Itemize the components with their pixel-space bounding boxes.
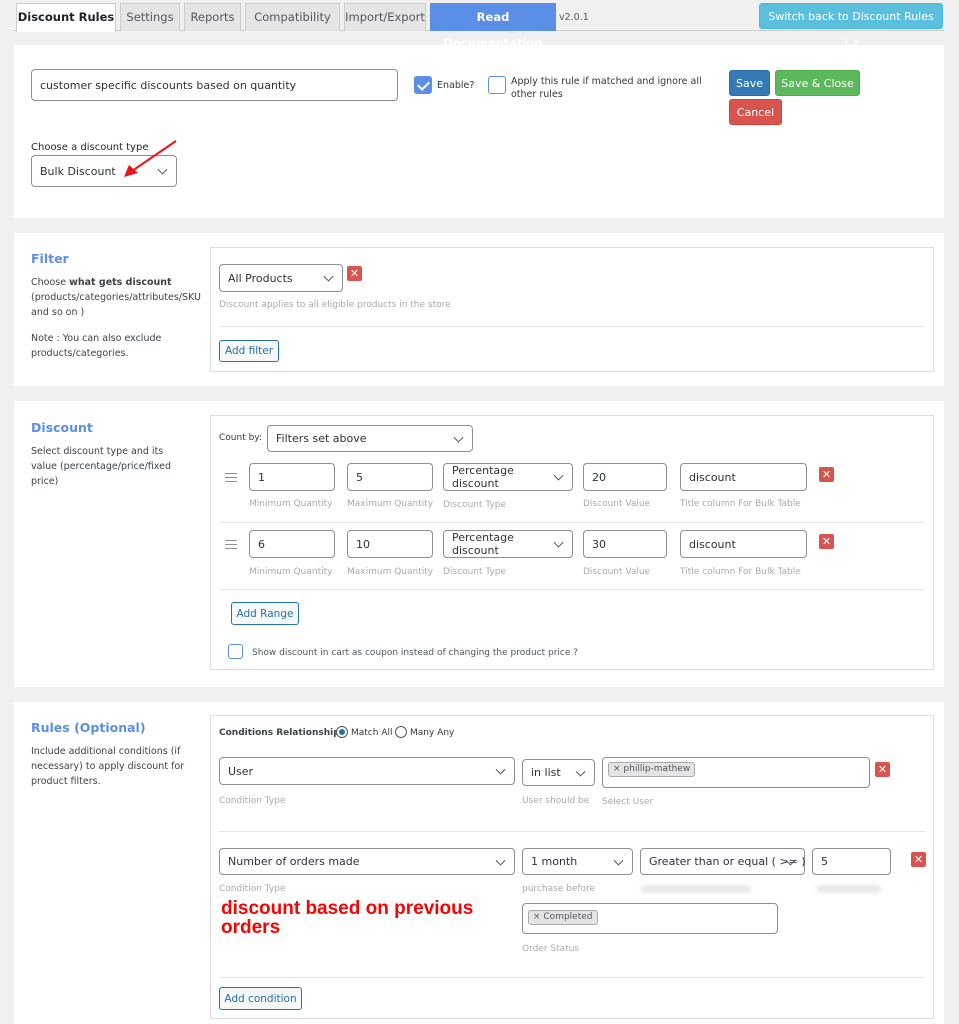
enable-label: Enable? — [437, 80, 475, 91]
match-all-radio[interactable] — [336, 726, 348, 738]
drag-handle-icon[interactable] — [225, 473, 237, 482]
add-range-button[interactable]: Add Range — [231, 602, 299, 625]
max-quantity-input[interactable]: 5 — [347, 463, 433, 491]
status-tag[interactable]: × Completed — [528, 910, 598, 925]
range-divider — [219, 522, 925, 523]
remove-condition-icon[interactable]: ✕ — [911, 852, 926, 867]
tab-read-documentation[interactable]: Read Documentation — [430, 3, 556, 50]
discount-type-select[interactable]: Percentage discount — [443, 530, 573, 558]
version-label: v2.0.1 — [559, 12, 589, 23]
discount-panel: Discount Select discount type and its va… — [14, 401, 944, 687]
add-condition-divider — [219, 977, 925, 978]
discount-type-select[interactable]: Percentage discount — [443, 463, 573, 491]
match-any-radio[interactable] — [395, 726, 407, 738]
purchase-period-label: purchase before — [522, 884, 596, 894]
min-quantity-input[interactable]: 1 — [249, 463, 335, 491]
order-count-input[interactable]: 5 — [812, 848, 891, 875]
discount-box: Count by: Filters set above 1 5 Percenta… — [210, 415, 934, 670]
condition-type-select[interactable]: Number of orders made — [219, 848, 515, 875]
min-quantity-label: Minimum Quantity — [249, 567, 333, 577]
filter-select[interactable]: All Products — [219, 264, 343, 292]
tab-compatibility[interactable]: Compatibility — [245, 3, 340, 31]
drag-handle-icon[interactable] — [225, 540, 237, 549]
condition-type-label: Condition Type — [219, 884, 286, 894]
discount-type-label: Discount Type — [443, 567, 507, 577]
min-quantity-input[interactable]: 6 — [249, 530, 335, 558]
purchase-period-select[interactable]: 1 month — [522, 848, 633, 875]
bulk-title-label: Title column For Bulk Table — [680, 499, 801, 509]
redacted-label — [641, 885, 751, 893]
coupon-checkbox[interactable] — [228, 644, 243, 659]
exclusive-label: Apply this rule if matched and ignore al… — [511, 76, 702, 100]
add-filter-button[interactable]: Add filter — [219, 340, 279, 362]
tab-reports[interactable]: Reports — [184, 3, 241, 31]
remove-range-icon[interactable]: ✕ — [819, 467, 834, 482]
user-operator-select[interactable]: in list — [522, 759, 595, 786]
discount-title: Discount — [31, 420, 93, 435]
rules-title: Rules (Optional) — [31, 720, 146, 735]
max-quantity-input[interactable]: 10 — [347, 530, 433, 558]
bulk-title-input[interactable]: discount — [680, 530, 807, 558]
discount-value-input[interactable]: 20 — [583, 463, 667, 491]
coupon-label: Show discount in cart as coupon instead … — [252, 648, 579, 658]
annotation-arrow-icon — [124, 140, 177, 177]
conditions-relationship-label: Conditions Relationship — [219, 728, 340, 738]
switch-version-button[interactable]: Switch back to Discount Rules 1.x — [759, 3, 943, 49]
save-close-button[interactable]: Save & Close — [775, 70, 860, 96]
cancel-button[interactable]: Cancel — [729, 99, 782, 125]
filter-hint: Discount applies to all eligible product… — [219, 300, 451, 310]
remove-condition-icon[interactable]: ✕ — [875, 762, 890, 777]
add-condition-button[interactable]: Add condition — [219, 987, 302, 1010]
rules-box: Conditions Relationship Match All Many A… — [210, 715, 934, 1019]
condition-type-select[interactable]: User — [219, 757, 515, 785]
rules-description: Include additional conditions (if necess… — [31, 746, 185, 787]
range-divider — [219, 589, 925, 590]
tab-import-export[interactable]: Import/Export — [344, 3, 426, 31]
order-status-input[interactable]: × Completed — [522, 903, 778, 934]
discount-type-value: Bulk Discount — [40, 164, 116, 178]
filter-note: Note : You can also exclude products/cat… — [31, 333, 162, 359]
rule-name-input[interactable]: customer specific discounts based on qua… — [31, 69, 398, 101]
filter-box: All Products ✕ Discount applies to all e… — [210, 247, 934, 372]
redacted-label — [816, 885, 881, 893]
bulk-title-input[interactable]: discount — [680, 463, 807, 491]
max-quantity-label: Maximum Quantity — [347, 567, 434, 577]
filter-divider — [219, 326, 925, 327]
condition-type-label: Condition Type — [219, 796, 286, 806]
comparison-operator-select[interactable]: Greater than or equal ( >= ) — [640, 848, 806, 875]
save-button[interactable]: Save — [729, 70, 770, 96]
tab-settings[interactable]: Settings — [120, 3, 180, 31]
select-user-input[interactable]: × phillip-mathew — [602, 757, 870, 788]
discount-type-label: Discount Type — [443, 500, 507, 510]
discount-description: Select discount type and its value (perc… — [31, 446, 171, 487]
min-quantity-label: Minimum Quantity — [249, 499, 333, 509]
bulk-title-label: Title column For Bulk Table — [680, 567, 801, 577]
user-tag[interactable]: × phillip-mathew — [608, 762, 696, 777]
filter-title: Filter — [31, 251, 69, 266]
match-all-label: Match All — [351, 728, 393, 738]
select-user-label: Select User — [602, 797, 654, 807]
remove-range-icon[interactable]: ✕ — [819, 534, 834, 549]
user-operator-label: User should be — [522, 796, 590, 806]
order-status-label: Order Status — [522, 944, 580, 954]
max-quantity-label: Maximum Quantity — [347, 499, 434, 509]
rules-panel: Rules (Optional) Include additional cond… — [14, 702, 944, 1024]
annotation-text: discount based on previous orders — [221, 898, 474, 938]
match-any-label: Many Any — [410, 728, 455, 738]
exclusive-checkbox[interactable] — [488, 76, 506, 94]
discount-value-input[interactable]: 30 — [583, 530, 667, 558]
condition-divider — [219, 831, 925, 832]
enable-checkbox[interactable] — [414, 76, 432, 94]
filter-panel: Filter Choose what gets discount (produc… — [14, 233, 944, 386]
count-by-label: Count by: — [219, 433, 263, 443]
filter-description: Choose what gets discount (products/cate… — [31, 277, 201, 318]
remove-filter-icon[interactable]: ✕ — [347, 266, 362, 281]
discount-value-label: Discount Value — [583, 567, 651, 577]
rule-header-panel: customer specific discounts based on qua… — [14, 45, 944, 218]
tab-discount-rules[interactable]: Discount Rules — [16, 3, 116, 32]
count-by-select[interactable]: Filters set above — [267, 425, 473, 452]
discount-value-label: Discount Value — [583, 499, 651, 509]
